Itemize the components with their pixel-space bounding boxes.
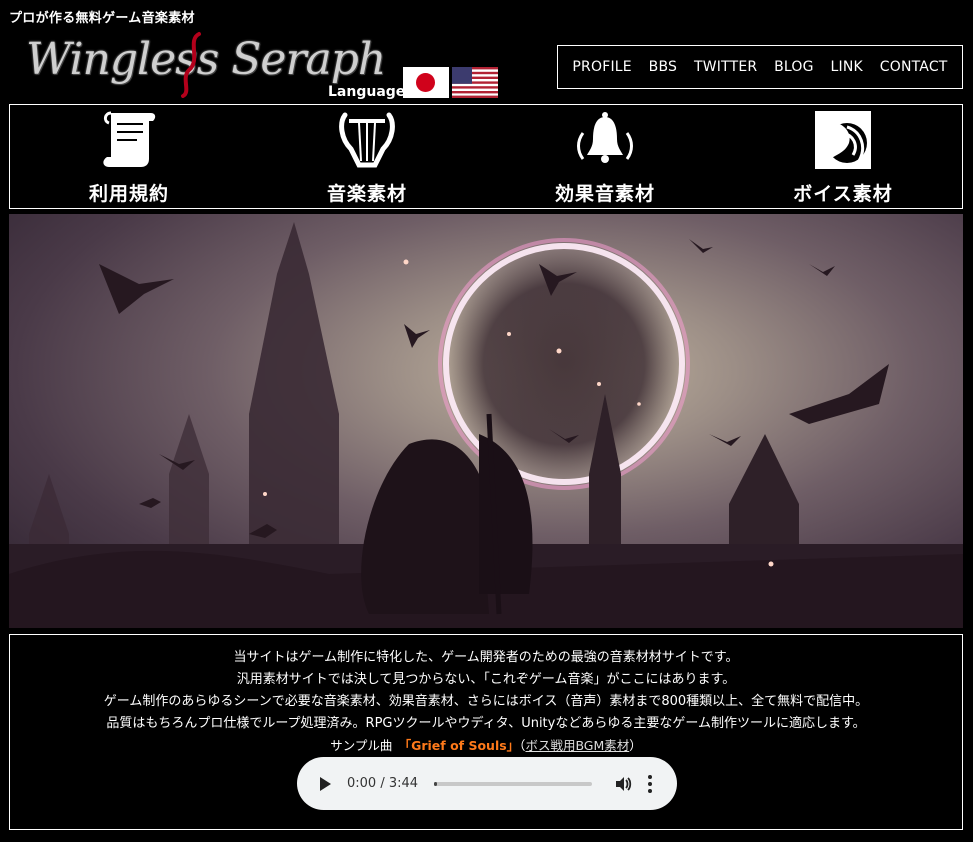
more-options-icon[interactable] bbox=[648, 774, 653, 793]
audio-player: 0:00 / 3:44 bbox=[297, 757, 677, 810]
sample-title: 「Grief of Souls」 bbox=[404, 738, 520, 753]
progress-bar[interactable] bbox=[434, 781, 593, 786]
us-flag-icon[interactable] bbox=[452, 67, 498, 98]
menu-voice-label: ボイス素材 bbox=[793, 183, 893, 205]
progress-fill bbox=[434, 781, 438, 786]
nav-twitter[interactable]: TWITTER bbox=[694, 59, 757, 75]
menu-voice[interactable]: ボイス素材 bbox=[724, 105, 962, 208]
menu-sfx[interactable]: 効果音素材 bbox=[486, 105, 724, 208]
sample-paren-close: ） bbox=[629, 738, 642, 753]
menu-terms-label: 利用規約 bbox=[88, 183, 169, 205]
playback-time: 0:00 / 3:44 bbox=[347, 776, 419, 791]
nav-contact[interactable]: CONTACT bbox=[880, 59, 948, 75]
category-menu: 利用規約 音楽素材 効果音素材 ボイス素材 bbox=[9, 104, 963, 209]
site-tagline: プロが作る無料ゲーム音楽素材 bbox=[9, 11, 195, 26]
sample-category-link[interactable]: ボス戦用BGM素材 bbox=[525, 738, 629, 753]
japan-flag-icon[interactable] bbox=[403, 67, 449, 98]
info-line-4: 品質はもちろんプロ仕様でループ処理済み。RPGツクールやウディタ、Unityなど… bbox=[106, 716, 866, 731]
sample-track: サンプル曲 「Grief of Souls」（ボス戦用BGM素材） bbox=[10, 735, 962, 757]
top-nav: PROFILE BBS TWITTER BLOG LINK CONTACT bbox=[557, 45, 963, 89]
hero-illustration bbox=[9, 222, 963, 628]
lyre-icon bbox=[339, 112, 395, 168]
menu-terms[interactable]: 利用規約 bbox=[10, 105, 248, 208]
nav-link[interactable]: LINK bbox=[831, 59, 863, 75]
info-line-2: 汎用素材サイトでは決して見つからない、「これぞゲーム音楽」がここにはあります。 bbox=[236, 672, 736, 687]
site-logo[interactable]: Wingless Seraph bbox=[22, 30, 386, 98]
voice-icon bbox=[815, 111, 871, 169]
menu-sfx-label: 効果音素材 bbox=[554, 183, 655, 205]
language-label: Language: bbox=[328, 84, 411, 100]
bell-icon bbox=[577, 112, 633, 163]
site-info: 当サイトはゲーム制作に特化した、ゲーム開発者のための最強の音素材材サイトです。 … bbox=[9, 634, 963, 830]
logo-swash-icon bbox=[181, 32, 201, 98]
menu-music-label: 音楽素材 bbox=[326, 183, 407, 205]
play-icon[interactable] bbox=[320, 776, 331, 791]
hero-image bbox=[9, 214, 963, 628]
volume-icon[interactable] bbox=[614, 775, 632, 793]
sample-prefix: サンプル曲 bbox=[330, 738, 405, 753]
nav-bbs[interactable]: BBS bbox=[649, 59, 677, 75]
nav-profile[interactable]: PROFILE bbox=[572, 59, 631, 75]
scroll-icon bbox=[103, 111, 156, 167]
info-line-1: 当サイトはゲーム制作に特化した、ゲーム開発者のための最強の音素材材サイトです。 bbox=[233, 650, 739, 665]
info-line-3: ゲーム制作のあらゆるシーンで必要な音楽素材、効果音素材、さらにはボイス（音声）素… bbox=[103, 694, 869, 709]
menu-music[interactable]: 音楽素材 bbox=[248, 105, 486, 208]
nav-blog[interactable]: BLOG bbox=[774, 59, 814, 75]
